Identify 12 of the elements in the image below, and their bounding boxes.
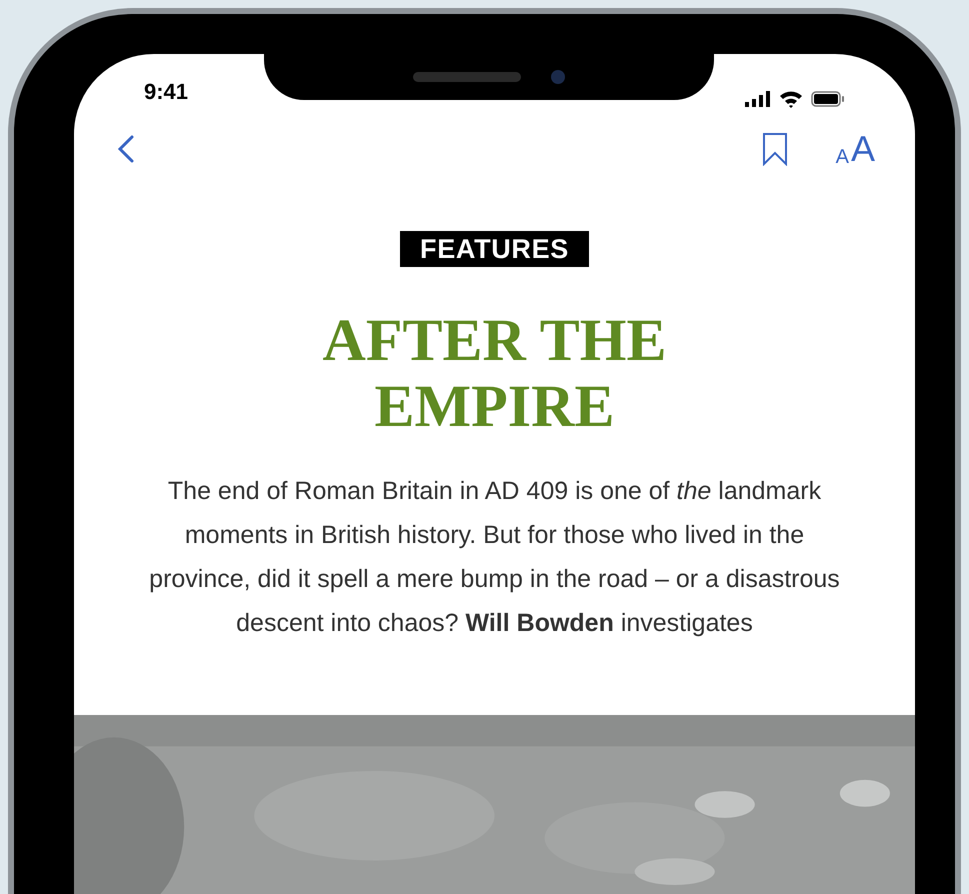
- camera-icon: [551, 70, 565, 84]
- status-time: 9:41: [144, 78, 188, 106]
- wifi-icon: [779, 90, 803, 108]
- article-title: AFTER THE EMPIRE: [322, 307, 668, 439]
- article-standfirst: The end of Roman Britain in AD 409 is one of the landmark moments in British history. But for those who lived in the province, did it spell a mere bump in the road – or a disastrous descent into chaos? Will Bowden investigates: [148, 476, 841, 639]
- text-size-button[interactable]: AA: [836, 131, 875, 167]
- speaker-icon: [413, 72, 521, 82]
- bookmark-icon: [762, 132, 788, 166]
- battery-icon: [811, 91, 845, 107]
- signal-icon: [745, 91, 771, 107]
- section-label: FEATURES: [400, 231, 589, 267]
- chevron-left-icon: [116, 134, 136, 164]
